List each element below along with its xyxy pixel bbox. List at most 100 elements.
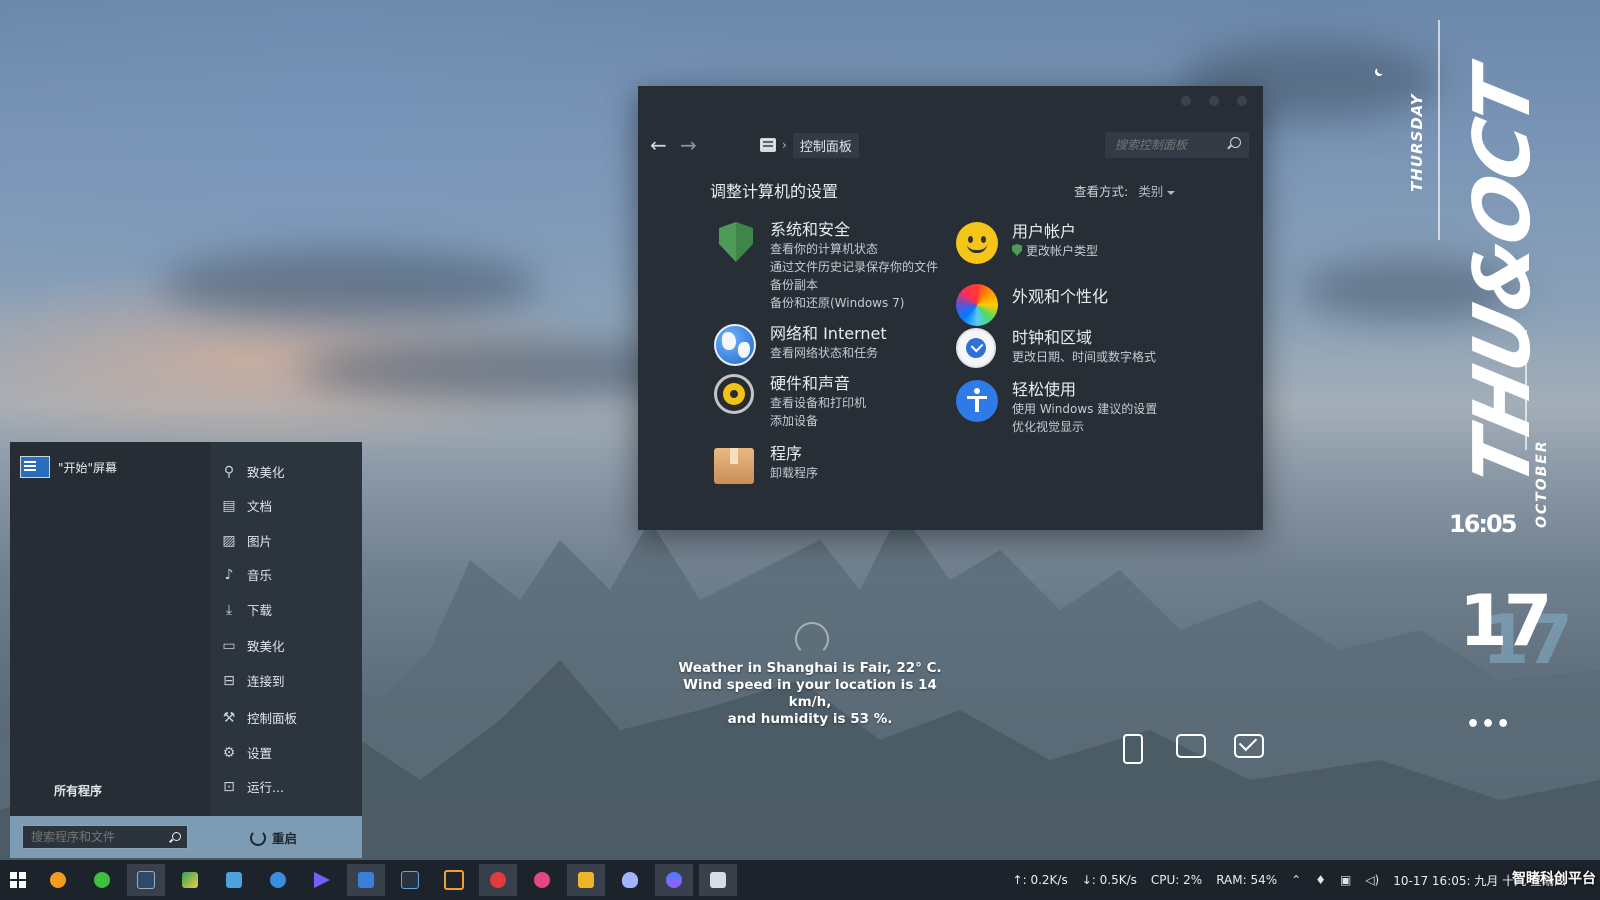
breadcrumb-chevron-icon[interactable]: › — [782, 138, 787, 152]
control-panel-icon[interactable] — [760, 138, 776, 152]
chart-icon[interactable] — [171, 864, 209, 896]
category-title[interactable]: 程序 — [770, 444, 818, 464]
start-item-label: 运行... — [247, 780, 284, 795]
gear-icon: ⚙ — [222, 744, 236, 761]
category-link[interactable]: 备份和还原(Windows 7) — [770, 294, 940, 312]
category-title[interactable]: 硬件和声音 — [770, 374, 866, 394]
category-link[interactable]: 更改帐户类型 — [1012, 242, 1098, 260]
start-item-music[interactable]: ♪ 音乐 — [221, 565, 272, 584]
cpu-usage: CPU: 2% — [1150, 873, 1203, 887]
category-user-accounts[interactable]: 用户帐户 更改帐户类型 — [956, 222, 1196, 266]
category-link[interactable]: 使用 Windows 建议的设置 — [1012, 400, 1157, 418]
phone-icon[interactable] — [1118, 734, 1146, 764]
category-appearance[interactable]: 外观和个性化 — [956, 284, 1196, 328]
start-item-connect[interactable]: ⊟ 连接到 — [221, 671, 284, 690]
chevron-up-icon[interactable]: ⌃ — [1291, 873, 1301, 887]
start-item-settings[interactable]: ⚙ 设置 — [221, 743, 272, 762]
restart-button[interactable]: 重启 — [250, 828, 297, 847]
category-programs[interactable]: 程序 卸载程序 — [714, 444, 954, 488]
start-item-control-panel[interactable]: ⚒ 控制面板 — [221, 708, 297, 727]
shield-icon — [1012, 244, 1022, 256]
forward-arrow-icon[interactable]: → — [680, 133, 710, 157]
wrench-icon: ⚒ — [222, 709, 236, 726]
category-title[interactable]: 轻松使用 — [1012, 380, 1157, 400]
category-link-text[interactable]: 更改帐户类型 — [1026, 244, 1098, 258]
category-link[interactable]: 查看设备和打印机 — [770, 394, 866, 412]
search-input[interactable] — [1105, 132, 1249, 158]
volume-icon[interactable]: ◁) — [1365, 873, 1379, 887]
window-icon[interactable] — [435, 864, 473, 896]
back-arrow-icon[interactable]: ← — [650, 133, 680, 157]
start-search-input[interactable] — [22, 825, 188, 849]
photoshop-icon[interactable] — [127, 864, 165, 896]
category-title[interactable]: 用户帐户 — [1012, 222, 1098, 242]
start-item-downloads[interactable]: ⤓ 下载 — [221, 600, 272, 619]
category-title[interactable]: 时钟和区域 — [1012, 328, 1156, 348]
chevron-down-icon[interactable] — [1167, 190, 1176, 195]
start-item-run[interactable]: ⊡ 运行... — [221, 777, 284, 796]
terminal-icon[interactable] — [391, 864, 429, 896]
start-menu-footer: 重启 — [10, 816, 362, 858]
drop-icon[interactable]: ♦ — [1315, 873, 1326, 887]
category-network[interactable]: 网络和 Internet 查看网络状态和任务 — [714, 324, 954, 368]
category-link[interactable]: 添加设备 — [770, 412, 866, 430]
system-tray: ↑: 0.2K/s ↓: 0.5K/s CPU: 2% RAM: 54% ⌃ ♦… — [1013, 860, 1566, 900]
start-screen-entry[interactable]: "开始"屏幕 — [20, 456, 117, 478]
close-button[interactable] — [1237, 96, 1247, 106]
start-menu-places: ⚲ 致美化 ▤ 文档 ▨ 图片 ♪ 音乐 ⤓ 下载 ▭ 致美化 ⊟ 连接到 ⚒ 控制面板 ⚙ 设置… — [211, 442, 362, 816]
category-link[interactable]: 优化视觉显示 — [1012, 418, 1157, 436]
category-link[interactable]: 卸载程序 — [770, 464, 818, 482]
category-title[interactable]: 外观和个性化 — [1012, 284, 1108, 310]
download-icon: ⤓ — [225, 601, 233, 618]
start-menu-programs: "开始"屏幕 所有程序 — [10, 442, 211, 816]
search-icon[interactable] — [1230, 137, 1241, 148]
browser-icon[interactable] — [655, 864, 693, 896]
category-link[interactable]: 查看网络状态和任务 — [770, 344, 887, 362]
paint-icon[interactable] — [39, 864, 77, 896]
category-title[interactable]: 网络和 Internet — [770, 324, 887, 344]
start-item-label: 致美化 — [247, 639, 285, 654]
photos-icon[interactable] — [215, 864, 253, 896]
category-link[interactable]: 通过文件历史记录保存你的文件备份副本 — [770, 258, 940, 294]
netease-icon[interactable] — [479, 864, 517, 896]
category-ease-of-access[interactable]: 轻松使用 使用 Windows 建议的设置 优化视觉显示 — [956, 380, 1216, 436]
breadcrumb[interactable]: 控制面板 — [792, 132, 859, 158]
start-item-computer[interactable]: ▭ 致美化 — [221, 636, 285, 655]
all-programs-button[interactable]: 所有程序 — [54, 782, 102, 799]
category-link[interactable]: 更改日期、时间或数字格式 — [1012, 348, 1156, 366]
category-system-security[interactable]: 系统和安全 查看你的计算机状态 通过文件历史记录保存你的文件备份副本 备份和还原… — [714, 220, 954, 312]
calculator-icon[interactable] — [347, 864, 385, 896]
media-icon[interactable] — [303, 864, 341, 896]
control-panel-icon[interactable] — [699, 864, 737, 896]
maximize-button[interactable] — [1209, 96, 1219, 106]
window-titlebar[interactable] — [638, 86, 1263, 126]
windows-start-icon[interactable] — [10, 872, 26, 888]
qq-icon[interactable] — [611, 864, 649, 896]
chat-icon[interactable] — [1176, 734, 1206, 764]
category-link[interactable]: 查看你的计算机状态 — [770, 240, 940, 258]
folder-icon[interactable] — [567, 864, 605, 896]
more-icon[interactable]: ••• — [1466, 712, 1511, 737]
start-item-pictures[interactable]: ▨ 图片 — [221, 531, 272, 550]
watermark: 智睹科创平台 — [1512, 871, 1596, 887]
palette-icon[interactable] — [259, 864, 297, 896]
start-item-meihua[interactable]: ⚲ 致美化 — [221, 462, 285, 481]
start-item-label: 图片 — [247, 534, 273, 549]
speaker-icon — [714, 374, 758, 418]
start-item-label: 控制面板 — [247, 711, 298, 726]
smile-icon — [956, 222, 1000, 266]
search-icon[interactable] — [172, 832, 181, 841]
view-mode-dropdown[interactable]: 类别 — [1138, 184, 1163, 199]
category-title[interactable]: 系统和安全 — [770, 220, 940, 240]
wechat-icon[interactable] — [83, 864, 121, 896]
category-clock-region[interactable]: 时钟和区域 更改日期、时间或数字格式 — [956, 328, 1216, 372]
minimize-button[interactable] — [1181, 96, 1191, 106]
category-hardware-sound[interactable]: 硬件和声音 查看设备和打印机 添加设备 — [714, 374, 954, 430]
xiu-icon[interactable] — [523, 864, 561, 896]
network-icon[interactable]: ▣ — [1340, 873, 1351, 887]
start-screen-label[interactable]: "开始"屏幕 — [58, 459, 117, 476]
mail-icon[interactable] — [1234, 734, 1264, 764]
start-item-documents[interactable]: ▤ 文档 — [221, 496, 272, 515]
start-menu: "开始"屏幕 所有程序 ⚲ 致美化 ▤ 文档 ▨ 图片 ♪ 音乐 ⤓ 下载 ▭ 致美化 ⊟ 连… — [10, 442, 362, 858]
clock-time: 16:05 — [1449, 510, 1517, 538]
